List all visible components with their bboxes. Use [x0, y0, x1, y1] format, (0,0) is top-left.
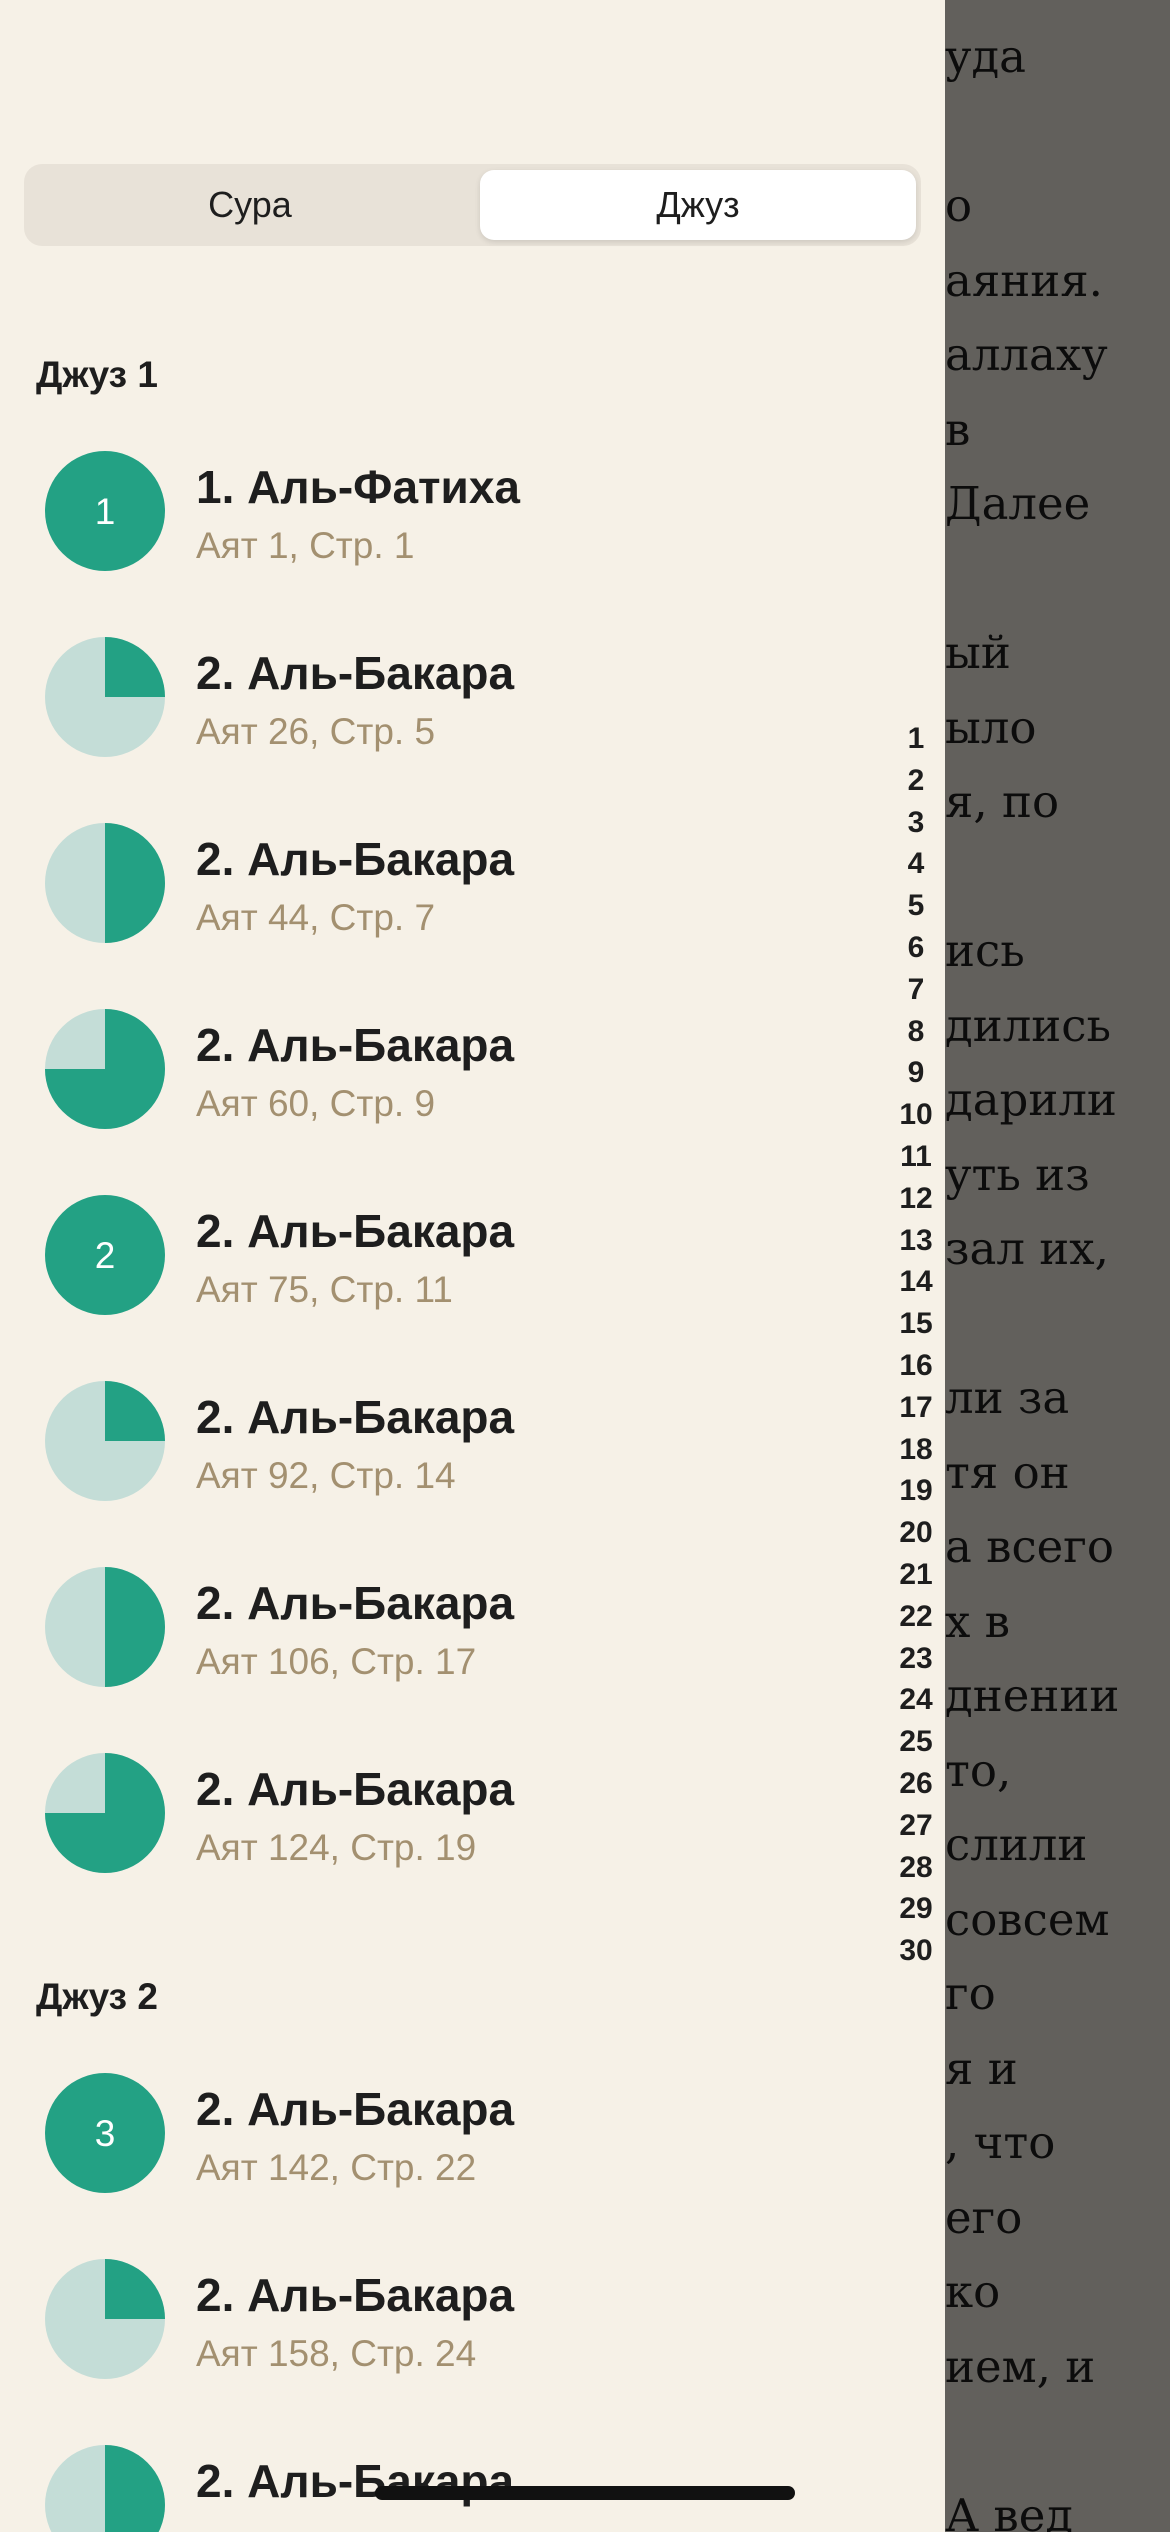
surah-title: 2. Аль-Бакара	[196, 1577, 515, 1629]
juz-list-item[interactable]: 2. Аль-Бакара Аят 106, Стр. 17	[0, 1548, 890, 1698]
juz-list-item[interactable]: 2. Аль-Бакара Аят 26, Стр. 5	[0, 618, 890, 768]
index-number[interactable]: 16	[880, 1345, 945, 1387]
index-number[interactable]: 2	[880, 760, 945, 802]
index-number[interactable]: 5	[880, 885, 945, 927]
juz-list-item[interactable]: 2. Аль-Бакара Аят 92, Стр. 14	[0, 1362, 890, 1512]
juz-list-item[interactable]: 2. Аль-Бакара Аят 158, Стр. 24	[0, 2240, 890, 2390]
juz-number-badge: 2	[95, 1235, 116, 1276]
juz-list-item[interactable]: 3 2. Аль-Бакара Аят 142, Стр. 22	[0, 2054, 890, 2204]
index-number[interactable]: 6	[880, 927, 945, 969]
ayah-page-subtitle: Аят 142, Стр. 22	[196, 2147, 477, 2188]
juz-list-item[interactable]: 2 2. Аль-Бакара Аят 75, Стр. 11	[0, 1176, 890, 1326]
surah-title: 2. Аль-Бакара	[196, 647, 515, 699]
progress-pie-icon: 1	[45, 451, 165, 571]
ayah-page-subtitle: Аят 106, Стр. 17	[196, 1641, 477, 1682]
index-number[interactable]: 21	[880, 1554, 945, 1596]
ayah-page-subtitle: Аят 75, Стр. 11	[196, 1269, 453, 1310]
progress-pie-slice	[105, 2445, 165, 2532]
ayah-page-subtitle: Аят 1, Стр. 1	[196, 525, 415, 566]
tab-surah[interactable]: Сура	[32, 170, 468, 240]
ayah-page-subtitle: Аят 60, Стр. 9	[196, 1083, 436, 1124]
progress-pie-slice	[105, 2259, 165, 2319]
ayah-page-subtitle: Аят 44, Стр. 7	[196, 897, 436, 938]
ayah-page-subtitle: Аят 124, Стр. 19	[196, 1827, 477, 1868]
progress-pie-icon	[45, 1753, 165, 1873]
progress-pie-icon	[45, 2445, 165, 2532]
index-number[interactable]: 14	[880, 1261, 945, 1303]
surah-title: 2. Аль-Бакара	[196, 1391, 515, 1443]
index-number[interactable]: 11	[880, 1136, 945, 1178]
index-number[interactable]: 1	[880, 718, 945, 760]
index-number[interactable]: 4	[880, 843, 945, 885]
ayah-page-subtitle: Аят 92, Стр. 14	[196, 1455, 456, 1496]
index-number[interactable]: 13	[880, 1220, 945, 1262]
index-number[interactable]: 15	[880, 1303, 945, 1345]
progress-pie-slice	[105, 823, 165, 943]
segmented-control: Сура Джуз	[24, 164, 921, 246]
index-number[interactable]: 17	[880, 1387, 945, 1429]
juz-section-header: Джуз 2	[36, 1976, 158, 2017]
juz-index-scrubber[interactable]: 1 2 3 4 5 6 7 8 9 10 11 12 13 14 15 16 17 18 19 20 21 22 23 24 2…	[880, 718, 945, 1972]
progress-pie-icon	[45, 637, 165, 757]
progress-pie-icon: 3	[45, 2073, 165, 2193]
juz-list-item[interactable]: 2. Аль-Бакара Аят 44, Стр. 7	[0, 804, 890, 954]
index-number[interactable]: 30	[880, 1930, 945, 1972]
juz-list-item[interactable]: 2. Аль-Бакара Аят 124, Стр. 19	[0, 1734, 890, 1884]
index-number[interactable]: 28	[880, 1847, 945, 1889]
index-number[interactable]: 8	[880, 1011, 945, 1053]
index-number[interactable]: 29	[880, 1888, 945, 1930]
progress-pie-icon	[45, 1009, 165, 1129]
surah-title: 2. Аль-Бакара	[196, 2269, 515, 2321]
surah-title: 2. Аль-Бакара	[196, 833, 515, 885]
index-number[interactable]: 26	[880, 1763, 945, 1805]
index-number[interactable]: 22	[880, 1596, 945, 1638]
navigation-drawer: Сура Джуз Джуз 1 1 1. Аль-Фатиха Аят 1, Стр…	[0, 0, 945, 2532]
juz-list-item[interactable]: 2. Аль-Бакара	[0, 2426, 890, 2532]
surah-title: 2. Аль-Бакара	[196, 2083, 515, 2135]
juz-list-item[interactable]: 1 1. Аль-Фатиха Аят 1, Стр. 1	[0, 432, 890, 582]
progress-pie-slice	[105, 1381, 165, 1441]
juz-section-header: Джуз 1	[36, 354, 158, 395]
index-number[interactable]: 10	[880, 1094, 945, 1136]
index-number[interactable]: 9	[880, 1052, 945, 1094]
progress-pie-slice	[105, 1567, 165, 1687]
tab-juz[interactable]: Джуз	[480, 170, 916, 240]
dim-overlay[interactable]	[945, 0, 1170, 2532]
index-number[interactable]: 24	[880, 1679, 945, 1721]
surah-title: 2. Аль-Бакара	[196, 1763, 515, 1815]
juz-number-badge: 3	[95, 2113, 116, 2154]
index-number[interactable]: 3	[880, 802, 945, 844]
surah-title: 2. Аль-Бакара	[196, 1205, 515, 1257]
home-indicator	[375, 2486, 795, 2500]
progress-pie-icon	[45, 1567, 165, 1687]
juz-list-item[interactable]: 2. Аль-Бакара Аят 60, Стр. 9	[0, 990, 890, 1140]
progress-pie-slice	[105, 637, 165, 697]
index-number[interactable]: 25	[880, 1721, 945, 1763]
progress-pie-icon	[45, 2259, 165, 2379]
index-number[interactable]: 18	[880, 1429, 945, 1471]
surah-title: 1. Аль-Фатиха	[196, 461, 520, 513]
ayah-page-subtitle: Аят 26, Стр. 5	[196, 711, 436, 752]
index-number[interactable]: 20	[880, 1512, 945, 1554]
index-number[interactable]: 19	[880, 1470, 945, 1512]
juz-number-badge: 1	[95, 491, 116, 532]
index-number[interactable]: 27	[880, 1805, 945, 1847]
progress-pie-icon: 2	[45, 1195, 165, 1315]
index-number[interactable]: 12	[880, 1178, 945, 1220]
index-number[interactable]: 23	[880, 1638, 945, 1680]
progress-pie-icon	[45, 1381, 165, 1501]
ayah-page-subtitle: Аят 158, Стр. 24	[196, 2333, 477, 2374]
progress-pie-icon	[45, 823, 165, 943]
index-number[interactable]: 7	[880, 969, 945, 1011]
surah-title: 2. Аль-Бакара	[196, 1019, 515, 1071]
